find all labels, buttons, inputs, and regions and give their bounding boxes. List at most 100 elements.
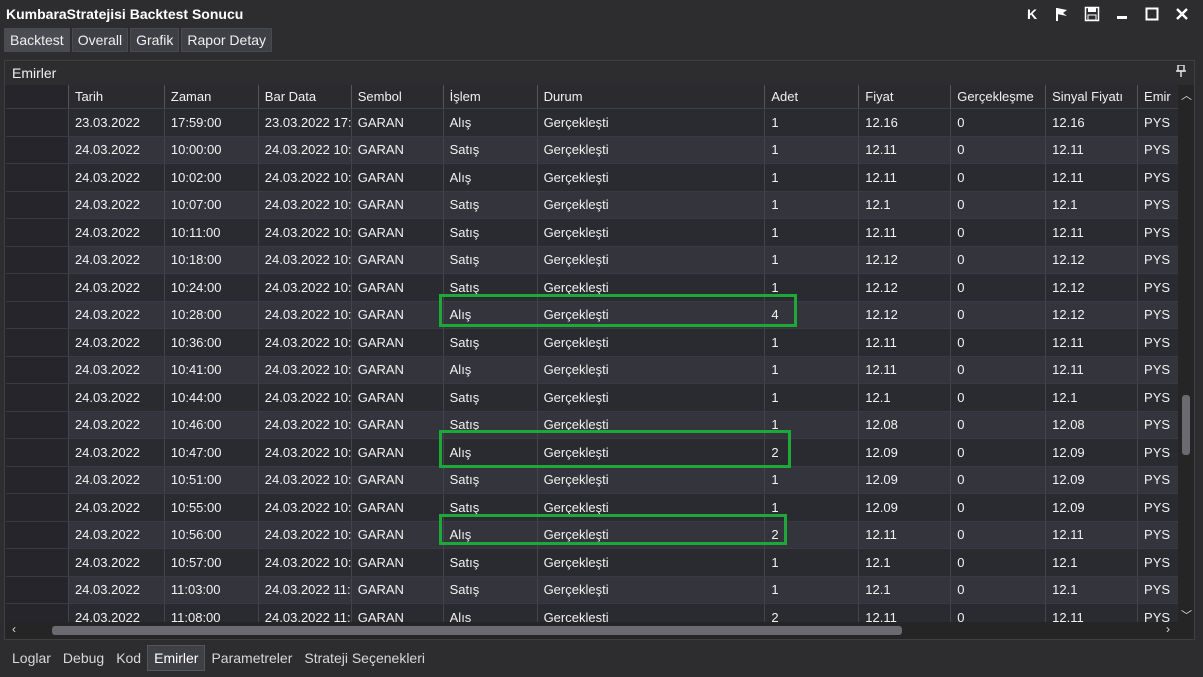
scroll-right-icon[interactable]: › xyxy=(1166,622,1170,636)
table-cell: 24.03.2022 xyxy=(69,356,165,383)
table-row[interactable]: 24.03.2022 10:41:00 24.03.2022 10: GARAN Alı… xyxy=(6,356,1178,384)
vertical-scroll-thumb[interactable] xyxy=(1182,395,1190,455)
table-cell: 1 xyxy=(765,274,860,301)
tab-rapor-detay[interactable]: Rapor Detay xyxy=(181,28,272,52)
table-cell: 24.03.2022 xyxy=(69,136,165,163)
table-row[interactable]: 24.03.2022 10:47:00 24.03.2022 10: GARAN Alı… xyxy=(6,439,1178,467)
table-cell: 2 xyxy=(765,604,860,623)
table-cell: Gerçekleşti xyxy=(538,356,766,383)
table-cell: 24.03.2022 10: xyxy=(259,191,352,218)
table-row[interactable]: 24.03.2022 10:44:00 24.03.2022 10: GARAN Sat… xyxy=(6,384,1178,412)
maximize-icon[interactable] xyxy=(1141,4,1163,24)
table-cell: 24.03.2022 xyxy=(69,576,165,603)
table-cell: 12.1 xyxy=(1046,384,1139,411)
scroll-up-icon[interactable]: ︿ xyxy=(1181,87,1192,103)
tab-grafik[interactable]: Grafik xyxy=(130,28,180,52)
table-row[interactable]: 24.03.2022 10:46:00 24.03.2022 10: GARAN Sat… xyxy=(6,411,1178,439)
column-header-1[interactable]: Tarih xyxy=(69,85,165,108)
table-row[interactable]: 24.03.2022 10:02:00 24.03.2022 10: GARAN Alı… xyxy=(6,164,1178,192)
table-row[interactable]: 24.03.2022 10:18:00 24.03.2022 10: GARAN Sat… xyxy=(6,246,1178,274)
table-cell: 2 xyxy=(765,521,860,548)
table-cell: 24.03.2022 xyxy=(69,246,165,273)
table-cell: 11:08:00 xyxy=(165,604,259,623)
table-cell: 10:47:00 xyxy=(165,439,259,466)
vertical-scrollbar[interactable]: ︿ ﹀ xyxy=(1178,85,1193,623)
flag-icon[interactable] xyxy=(1051,4,1073,24)
table-row[interactable]: 24.03.2022 11:03:00 24.03.2022 11: GARAN Sat… xyxy=(6,576,1178,604)
table-cell: Gerçekleşti xyxy=(538,274,766,301)
row-selector xyxy=(6,576,69,603)
table-cell: 1 xyxy=(765,356,860,383)
table-cell: 12.09 xyxy=(859,494,952,521)
pin-icon[interactable] xyxy=(1176,64,1186,80)
tab-strateji-secenekleri[interactable]: Strateji Seçenekleri xyxy=(298,646,431,670)
table-cell: 0 xyxy=(951,301,1047,328)
close-icon[interactable] xyxy=(1171,4,1193,24)
column-header-7[interactable]: Adet xyxy=(765,85,860,108)
tab-parametreler[interactable]: Parametreler xyxy=(205,646,298,670)
table-row[interactable]: 24.03.2022 10:07:00 24.03.2022 10: GARAN Sat… xyxy=(6,191,1178,219)
table-row[interactable]: 24.03.2022 11:08:00 24.03.2022 11: GARAN Alı… xyxy=(6,604,1178,623)
column-header-4[interactable]: Sembol xyxy=(352,85,444,108)
table-cell: 12.11 xyxy=(1046,136,1139,163)
table-row[interactable]: 24.03.2022 10:36:00 24.03.2022 10: GARAN Sat… xyxy=(6,329,1178,357)
table-cell: Satış xyxy=(444,411,538,438)
table-cell: Satış xyxy=(444,246,538,273)
column-header-5[interactable]: İşlem xyxy=(444,85,538,108)
tab-emirler[interactable]: Emirler xyxy=(147,645,206,671)
row-selector xyxy=(6,191,69,218)
table-cell: Satış xyxy=(444,549,538,576)
tab-kod[interactable]: Kod xyxy=(110,646,147,670)
table-cell: 24.03.2022 11: xyxy=(259,576,352,603)
table-cell: Gerçekleşti xyxy=(538,329,766,356)
table-cell: PYS xyxy=(1144,252,1171,268)
row-selector xyxy=(6,521,69,548)
table-cell: 12.12 xyxy=(859,301,952,328)
table-row[interactable]: 24.03.2022 10:00:00 24.03.2022 10: GARAN Sat… xyxy=(6,136,1178,164)
table-cell: 24.03.2022 10: xyxy=(259,549,352,576)
table-cell: 12.1 xyxy=(1046,576,1139,603)
table-row[interactable]: 24.03.2022 10:56:00 24.03.2022 10: GARAN Alı… xyxy=(6,521,1178,549)
table-row[interactable]: 24.03.2022 10:51:00 24.03.2022 10: GARAN Sat… xyxy=(6,466,1178,494)
table-cell: 12.09 xyxy=(859,466,952,493)
minimize-icon[interactable] xyxy=(1111,4,1133,24)
table-row[interactable]: 24.03.2022 10:57:00 24.03.2022 10: GARAN Sat… xyxy=(6,549,1178,577)
table-cell: Satış xyxy=(444,384,538,411)
column-header-2[interactable]: Zaman xyxy=(165,85,259,108)
table-cell: 12.12 xyxy=(1046,301,1139,328)
column-header-3[interactable]: Bar Data xyxy=(259,85,352,108)
save-icon[interactable] xyxy=(1081,4,1103,24)
table-row[interactable]: 24.03.2022 10:28:00 24.03.2022 10: GARAN Alı… xyxy=(6,301,1178,329)
top-tab-strip: Backtest Overall Grafik Rapor Detay xyxy=(4,28,272,53)
table-row[interactable]: 24.03.2022 10:11:00 24.03.2022 10: GARAN Sat… xyxy=(6,219,1178,247)
scroll-down-icon[interactable]: ﹀ xyxy=(1181,607,1192,623)
column-header-8[interactable]: Fiyat xyxy=(859,85,952,108)
column-header-11[interactable]: Emir xyxy=(1138,85,1178,108)
tab-loglar[interactable]: Loglar xyxy=(6,646,57,670)
table-cell: Gerçekleşti xyxy=(538,219,766,246)
column-header-0[interactable] xyxy=(6,85,69,108)
row-selector xyxy=(6,301,69,328)
table-cell: 12.11 xyxy=(1046,604,1139,623)
tab-debug[interactable]: Debug xyxy=(57,646,110,670)
table-cell: 12.12 xyxy=(1046,246,1139,273)
k-icon[interactable]: K xyxy=(1021,4,1043,24)
tab-overall[interactable]: Overall xyxy=(71,28,129,52)
column-header-6[interactable]: Durum xyxy=(538,85,766,108)
tab-backtest[interactable]: Backtest xyxy=(4,28,70,52)
column-header-9[interactable]: Gerçekleşme xyxy=(951,85,1047,108)
table-row[interactable]: 24.03.2022 10:24:00 24.03.2022 10: GARAN Sat… xyxy=(6,274,1178,302)
table-cell: Satış xyxy=(444,576,538,603)
column-header-10[interactable]: Sinyal Fiyatı xyxy=(1046,85,1139,108)
horizontal-scroll-thumb[interactable] xyxy=(52,626,902,635)
table-cell: 24.03.2022 xyxy=(69,439,165,466)
table-cell: GARAN xyxy=(352,494,444,521)
table-cell: 10:07:00 xyxy=(165,191,259,218)
table-cell: GARAN xyxy=(352,466,444,493)
table-cell: 10:28:00 xyxy=(165,301,259,328)
scroll-left-icon[interactable]: ‹ xyxy=(12,622,16,636)
horizontal-scrollbar[interactable]: ‹ › xyxy=(6,622,1178,638)
table-row[interactable]: 24.03.2022 10:55:00 24.03.2022 10: GARAN Sat… xyxy=(6,494,1178,522)
table-row[interactable]: 23.03.2022 17:59:00 23.03.2022 17: GARAN Alı… xyxy=(6,109,1178,137)
table-cell: 24.03.2022 11: xyxy=(259,604,352,623)
